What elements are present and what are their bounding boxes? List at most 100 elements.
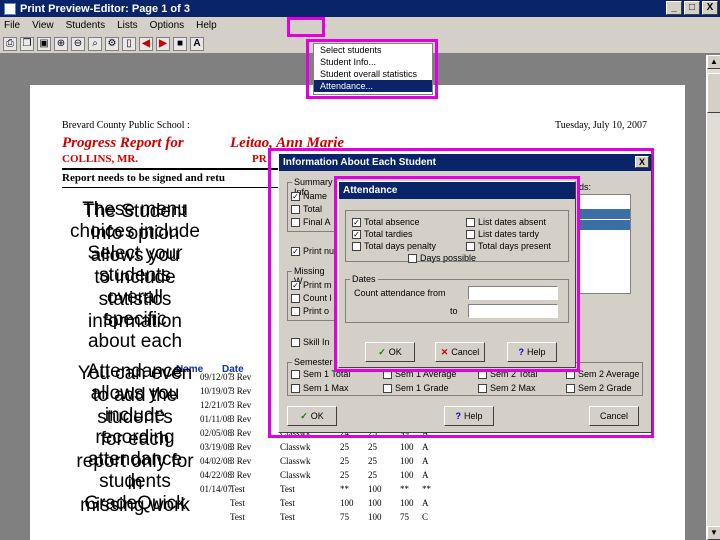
fields-label: ds: bbox=[579, 182, 592, 192]
menu-item-overall-statistics[interactable]: Student overall statistics bbox=[314, 68, 432, 80]
scroll-thumb[interactable] bbox=[707, 73, 720, 113]
save-icon[interactable]: ▣ bbox=[37, 36, 51, 51]
table-cell-item: 3 Rev bbox=[230, 470, 252, 480]
menu-item-attendance[interactable]: Attendance... bbox=[314, 80, 432, 92]
search-icon[interactable]: ⌕ bbox=[88, 36, 102, 51]
table-cell-item: 3 Rev bbox=[230, 414, 252, 424]
help-icon: ? bbox=[455, 411, 461, 421]
table-cell-pts: 25 bbox=[340, 442, 349, 452]
caption-line: missing work bbox=[80, 495, 190, 516]
table-row: Test Test 75 100 75 C bbox=[200, 512, 470, 524]
caption-line: statistics bbox=[98, 289, 172, 310]
font-button[interactable]: A bbox=[190, 36, 204, 51]
fields-selected-row[interactable] bbox=[580, 220, 630, 230]
table-cell-grade: C bbox=[422, 512, 429, 522]
list-dates-tardy-checkbox[interactable]: List dates tardy bbox=[466, 229, 539, 239]
menu-options[interactable]: Options bbox=[150, 20, 184, 31]
table-cell-pts: ** bbox=[340, 484, 349, 494]
from-date-field[interactable] bbox=[468, 286, 558, 300]
title-bar: Print Preview-Editor: Page 1 of 3 _ □ X bbox=[0, 0, 720, 17]
copy-icon[interactable]: ❐ bbox=[20, 36, 34, 51]
check-icon: ✓ bbox=[378, 346, 386, 357]
table-cell-max: 100 bbox=[368, 498, 382, 508]
info-ok-button[interactable]: ✓ OK bbox=[287, 406, 337, 426]
sem1-grade-checkbox[interactable]: Sem 1 Grade bbox=[383, 383, 449, 393]
arrow-right-icon[interactable]: ▶ bbox=[156, 36, 170, 51]
attendance-ok-button[interactable]: ✓ OK bbox=[365, 342, 415, 362]
skill-info-checkbox[interactable]: Skill In bbox=[291, 337, 330, 347]
vertical-scrollbar[interactable]: ▲ ▼ bbox=[706, 55, 720, 540]
page-icon[interactable]: ▯ bbox=[122, 36, 136, 51]
maximize-button[interactable]: □ bbox=[684, 1, 700, 15]
total-absence-checkbox[interactable]: ✓ Total absence bbox=[352, 217, 420, 227]
caption-line: information bbox=[88, 311, 182, 332]
table-row: 01/14/07 Test Test ** 100 ** ** bbox=[200, 484, 470, 496]
settings-icon[interactable]: ⚙ bbox=[105, 36, 119, 51]
table-cell-item: Test bbox=[230, 484, 245, 494]
table-cell-grade: A bbox=[422, 498, 429, 508]
summary-name-checkbox[interactable]: ✓ Name bbox=[291, 191, 327, 201]
menu-file[interactable]: File bbox=[4, 20, 20, 31]
menu-help[interactable]: Help bbox=[196, 20, 217, 31]
to-label: to bbox=[450, 306, 458, 316]
total-days-present-checkbox[interactable]: Total days present bbox=[466, 241, 551, 251]
days-possible-checkbox[interactable]: Days possible bbox=[408, 253, 476, 263]
table-cell-type: Classwk bbox=[280, 470, 311, 480]
table-cell-max: 100 bbox=[368, 484, 382, 494]
table-cell-grade: A bbox=[422, 456, 429, 466]
summary-final-checkbox[interactable]: Final A bbox=[291, 217, 331, 227]
app-icon bbox=[4, 2, 16, 15]
zoom-in-icon[interactable]: ⊕ bbox=[54, 36, 68, 51]
students-menu: Select students Student Info... Student … bbox=[313, 43, 433, 95]
scroll-up-icon[interactable]: ▲ bbox=[707, 55, 720, 69]
missing-count-checkbox[interactable]: Count l bbox=[291, 293, 332, 303]
menu-view[interactable]: View bbox=[32, 20, 54, 31]
caption-line: for each bbox=[100, 429, 170, 450]
caption-line: The Student bbox=[83, 201, 187, 222]
table-cell-pts: 25 bbox=[340, 456, 349, 466]
menu-item-student-info[interactable]: Student Info... bbox=[314, 56, 432, 68]
total-days-penalty-checkbox[interactable]: Total days penalty bbox=[352, 241, 436, 251]
menu-students[interactable]: Students bbox=[66, 20, 105, 31]
table-cell-type: Classwk bbox=[280, 442, 311, 452]
minimize-button[interactable]: _ bbox=[666, 1, 682, 15]
stop-icon[interactable]: ■ bbox=[173, 36, 187, 51]
missing-print-checkbox[interactable]: ✓ Print m bbox=[291, 280, 332, 290]
sem1-max-checkbox[interactable]: Sem 1 Max bbox=[291, 383, 349, 393]
report-notice: Report needs to be signed and retu bbox=[62, 172, 225, 184]
table-cell-grade: ** bbox=[422, 484, 431, 494]
attendance-help-button[interactable]: ? Help bbox=[507, 342, 557, 362]
missing-other-checkbox[interactable]: Print o bbox=[291, 306, 329, 316]
attendance-cancel-button[interactable]: ✕ Cancel bbox=[435, 342, 485, 362]
sem2-grade-checkbox[interactable]: Sem 2 Grade bbox=[566, 383, 632, 393]
table-cell-item: Test bbox=[230, 498, 245, 508]
table-cell-pct: 100 bbox=[400, 498, 414, 508]
fields-listbox[interactable] bbox=[579, 194, 631, 294]
close-icon[interactable]: X bbox=[635, 156, 649, 168]
list-dates-absent-checkbox[interactable]: List dates absent bbox=[466, 217, 546, 227]
print-number-checkbox[interactable]: ✓ Print nu bbox=[291, 246, 334, 256]
to-date-field[interactable] bbox=[468, 304, 558, 318]
menu-lists[interactable]: Lists bbox=[117, 20, 138, 31]
caption-line: report only for bbox=[76, 451, 194, 472]
total-tardies-checkbox[interactable]: ✓ Total tardies bbox=[352, 229, 413, 239]
table-row: 03/19/08 3 Rev Classwk 25 25 100 A bbox=[200, 442, 470, 454]
info-help-button[interactable]: ? Help bbox=[444, 406, 494, 426]
table-cell-pct: ** bbox=[400, 484, 409, 494]
menu-item-select-students[interactable]: Select students bbox=[314, 44, 432, 56]
scroll-down-icon[interactable]: ▼ bbox=[707, 526, 720, 540]
school-name: Brevard County Public School : bbox=[62, 120, 190, 131]
summary-total-checkbox[interactable]: Total bbox=[291, 204, 322, 214]
print-icon[interactable]: ⎙ bbox=[3, 36, 17, 51]
table-cell-grade: A bbox=[422, 470, 429, 480]
table-row: Test Test 100 100 100 A bbox=[200, 498, 470, 510]
fields-selected-row[interactable] bbox=[580, 209, 630, 219]
attendance-options-group: ✓ Total absence List dates absent ✓ Total … bbox=[345, 210, 569, 263]
zoom-out-icon[interactable]: ⊖ bbox=[71, 36, 85, 51]
sem2-max-checkbox[interactable]: Sem 2 Max bbox=[478, 383, 536, 393]
arrow-left-icon[interactable]: ◀ bbox=[139, 36, 153, 51]
close-button[interactable]: X bbox=[702, 1, 718, 15]
info-cancel-button[interactable]: Cancel bbox=[589, 406, 639, 426]
teacher-name: COLLINS, MR. bbox=[62, 153, 139, 165]
caption-line: You can even bbox=[77, 363, 193, 384]
